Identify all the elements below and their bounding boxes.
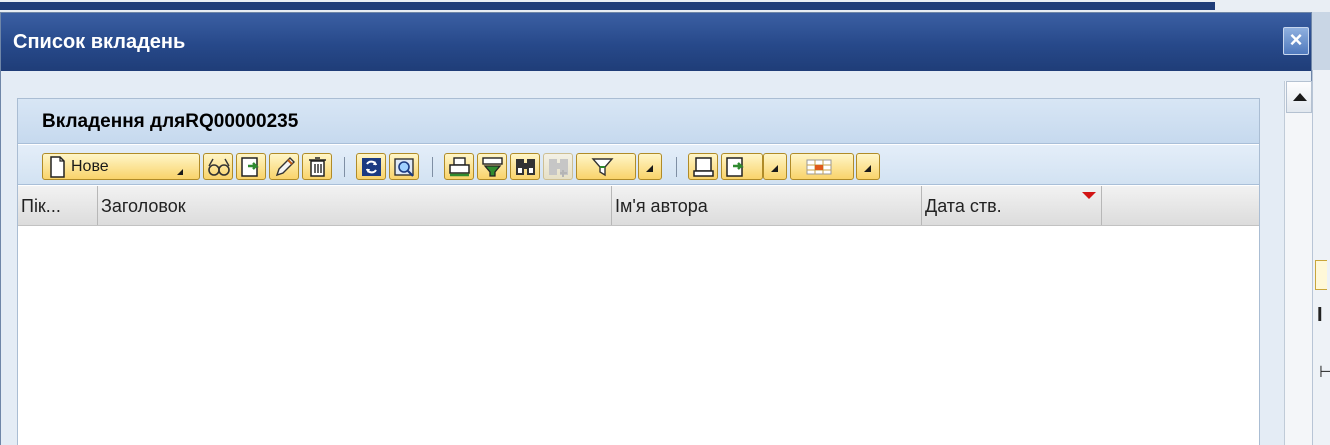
table-body	[18, 227, 1259, 445]
background-text-fragment: I	[1317, 304, 1323, 326]
print-icon	[449, 157, 470, 177]
new-icon	[50, 156, 65, 178]
panel-header: Вкладення дляRQ00000235	[18, 99, 1259, 144]
find-icon	[516, 159, 535, 175]
sort-descending-icon	[1082, 192, 1096, 199]
column-header-picture[interactable]: Пік...	[18, 186, 98, 225]
toolbar-separator	[676, 157, 677, 177]
delete-button[interactable]	[302, 153, 332, 180]
edit-button[interactable]	[269, 153, 299, 180]
background-window-strip	[0, 0, 1330, 12]
find-button[interactable]	[510, 153, 540, 180]
new-dropdown-arrow	[177, 169, 183, 175]
close-icon: ×	[1289, 27, 1303, 52]
refresh-icon	[362, 158, 381, 176]
toolbar-separator	[432, 157, 433, 177]
dialog-titlebar[interactable]: Список вкладень ×	[1, 13, 1311, 71]
export-list-icon	[726, 157, 744, 177]
export-list-button[interactable]	[721, 153, 763, 180]
export-icon	[241, 157, 259, 177]
close-button[interactable]: ×	[1283, 27, 1309, 55]
new-button-label: Нове	[71, 158, 109, 175]
filter-icon	[591, 158, 614, 177]
attachment-list-dialog: Список вкладень × Вкладення дляRQ0000023…	[0, 12, 1312, 445]
attachments-panel: Вкладення дляRQ00000235 Нове Пік... Заго…	[17, 98, 1260, 445]
attachments-toolbar: Нове	[18, 145, 1259, 185]
scroll-up-button[interactable]	[1286, 81, 1312, 113]
print-preview-button[interactable]	[688, 153, 718, 180]
trash-icon	[309, 157, 326, 177]
sort-button[interactable]	[477, 153, 507, 180]
print-preview-icon	[693, 157, 714, 177]
filter-dropdown-button[interactable]	[638, 153, 662, 180]
column-header-created-date[interactable]: Дата ств.	[922, 186, 1102, 225]
background-window-edge: I ⊢	[1312, 70, 1330, 445]
pencil-icon	[275, 157, 295, 177]
column-header-title[interactable]: Заголовок	[98, 186, 612, 225]
layout-button[interactable]	[790, 153, 854, 180]
column-header-created-date-label: Дата ств.	[925, 196, 1002, 216]
layout-icon	[806, 159, 832, 175]
find-next-button[interactable]	[543, 153, 573, 180]
panel-title: Вкладення дляRQ00000235	[42, 111, 299, 132]
dialog-title: Список вкладень	[13, 31, 186, 53]
table-header: Пік... Заголовок Ім'я автора Дата ств.	[18, 186, 1259, 226]
print-button[interactable]	[444, 153, 474, 180]
export-list-dropdown-button[interactable]	[763, 153, 787, 180]
toolbar-separator	[344, 157, 345, 177]
filter-button[interactable]	[576, 153, 636, 180]
display-button[interactable]	[203, 153, 233, 180]
new-button[interactable]: Нове	[42, 153, 200, 180]
vertical-scrollbar[interactable]	[1284, 81, 1312, 445]
dialog-content: Вкладення дляRQ00000235 Нове Пік... Заго…	[1, 71, 1312, 445]
background-titlebar	[0, 2, 1215, 10]
details-icon	[394, 158, 414, 177]
details-button[interactable]	[389, 153, 419, 180]
export-button[interactable]	[236, 153, 266, 180]
background-text-fragment: ⊢	[1319, 364, 1330, 381]
glasses-icon	[208, 158, 230, 176]
refresh-button[interactable]	[356, 153, 386, 180]
background-field-edge	[1315, 260, 1327, 290]
sort-icon	[482, 157, 503, 177]
column-header-author[interactable]: Ім'я автора	[612, 186, 922, 225]
layout-dropdown-button[interactable]	[856, 153, 880, 180]
find-next-icon	[549, 159, 568, 177]
